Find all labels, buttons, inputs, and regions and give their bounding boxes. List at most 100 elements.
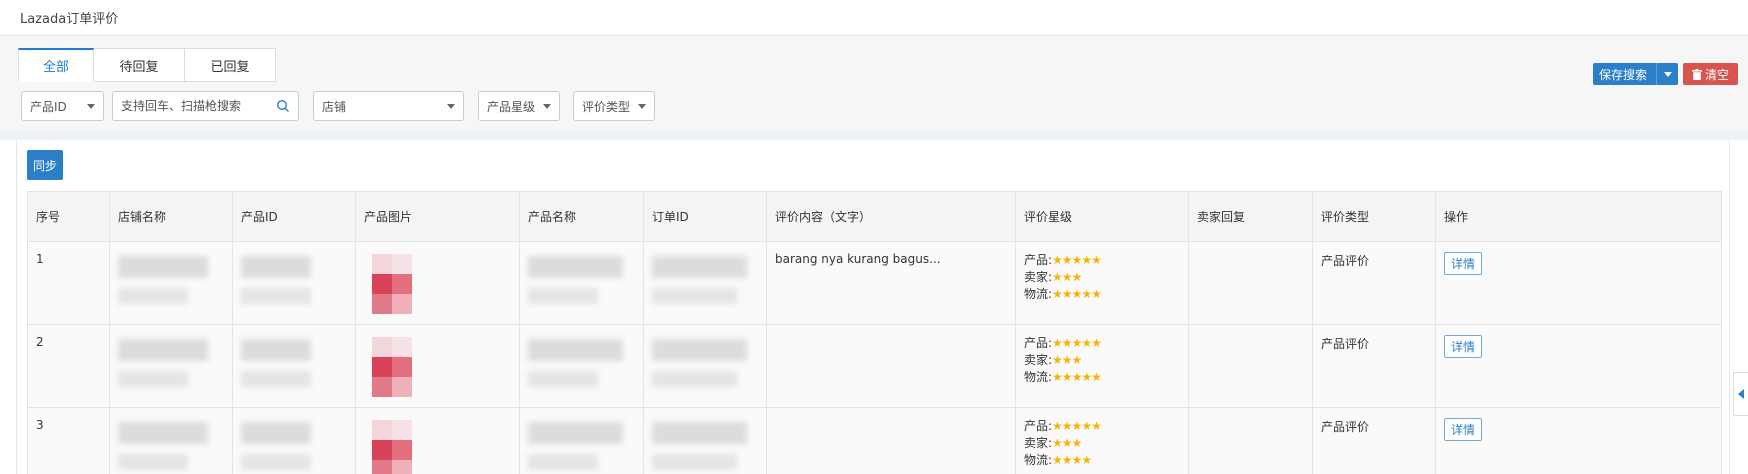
trash-icon [1691, 68, 1702, 80]
star-icon: ★★★★★ [1052, 253, 1102, 267]
cell-shop-name [109, 324, 233, 408]
cell-index: 2 [27, 324, 110, 408]
tab-all[interactable]: 全部 [18, 48, 94, 82]
rating-label-logistics: 物流: [1024, 453, 1053, 467]
cell-product-id [232, 324, 356, 408]
redacted-text [652, 256, 747, 278]
rating-label-product: 产品: [1024, 419, 1053, 433]
cell-seller-reply [1188, 324, 1313, 408]
cell-index: 3 [27, 407, 110, 474]
cell-product-id [232, 407, 356, 474]
cell-review-text [766, 324, 1016, 408]
rating-label-logistics: 物流: [1024, 287, 1053, 301]
cell-actions: 详情 [1435, 324, 1722, 408]
redacted-text [652, 454, 737, 470]
cell-review-text: barang nya kurang bagus... [766, 241, 1016, 325]
detail-button[interactable]: 详情 [1444, 418, 1483, 441]
product-id-select[interactable]: 产品ID [21, 91, 104, 121]
clear-button[interactable]: 清空 [1683, 63, 1738, 85]
column-header-index: 序号 [27, 191, 110, 242]
search-icon[interactable] [276, 99, 290, 113]
cell-order-id [643, 324, 767, 408]
side-panel-toggle[interactable] [1733, 372, 1748, 416]
tab-pending-reply[interactable]: 待回复 [94, 48, 185, 82]
redacted-text [652, 371, 737, 387]
chevron-down-icon [87, 103, 95, 109]
column-header-shop-name: 店铺名称 [109, 191, 233, 242]
rating-label-logistics: 物流: [1024, 370, 1053, 384]
redacted-text [118, 339, 208, 361]
redacted-text [241, 339, 311, 361]
product-thumbnail[interactable] [372, 337, 412, 397]
cell-rating: 产品:★★★★★ 卖家:★★★ 物流:★★★★★ [1015, 324, 1189, 408]
column-header-review-text: 评价内容（文字） [766, 191, 1016, 242]
cell-shop-name [109, 407, 233, 474]
redacted-text [241, 371, 311, 387]
redacted-text [118, 422, 208, 444]
sync-button[interactable]: 同步 [27, 150, 63, 180]
star-icon: ★★★★★ [1052, 370, 1102, 384]
save-search-dropdown[interactable] [1656, 63, 1678, 85]
product-rating-select[interactable]: 产品星级 [478, 91, 560, 121]
cell-seller-reply [1188, 407, 1313, 474]
redacted-text [241, 256, 311, 278]
search-box [112, 91, 299, 121]
chevron-left-icon [1738, 389, 1744, 399]
save-search-label: 保存搜索 [1599, 67, 1648, 82]
redacted-text [118, 288, 188, 304]
redacted-text [528, 422, 623, 444]
detail-button[interactable]: 详情 [1444, 252, 1483, 275]
page-title: Lazada订单评价 [20, 12, 119, 27]
redacted-text [118, 454, 188, 470]
star-icon: ★★★★ [1052, 453, 1092, 467]
column-header-product-image: 产品图片 [355, 191, 520, 242]
cell-shop-name [109, 241, 233, 325]
cell-actions: 详情 [1435, 241, 1722, 325]
detail-button[interactable]: 详情 [1444, 335, 1483, 358]
product-thumbnail[interactable] [372, 420, 412, 474]
cell-product-image [355, 407, 520, 474]
chevron-down-icon [1663, 71, 1672, 77]
star-icon: ★★★★★ [1052, 336, 1102, 350]
page-header: Lazada订单评价 [0, 0, 1748, 36]
cell-actions: 详情 [1435, 407, 1722, 474]
cell-product-image [355, 324, 520, 408]
product-thumbnail[interactable] [372, 254, 412, 314]
column-header-product-name: 产品名称 [519, 191, 644, 242]
cell-product-name [519, 324, 644, 408]
shop-select[interactable]: 店铺 [313, 91, 464, 121]
cell-product-name [519, 241, 644, 325]
save-search-button[interactable]: 保存搜索 [1593, 63, 1679, 85]
column-header-review-type: 评价类型 [1312, 191, 1436, 242]
chevron-down-icon [543, 103, 551, 109]
table-row: 2 产品:★★★★★ 卖家:★★★ 物流:★★★★★ 产品评价 详情 [27, 324, 1722, 408]
cell-review-type: 产品评价 [1312, 324, 1436, 408]
redacted-text [241, 422, 311, 444]
column-header-order-id: 订单ID [643, 191, 767, 242]
redacted-text [528, 339, 623, 361]
separator [0, 131, 1748, 140]
column-header-product-id: 产品ID [232, 191, 356, 242]
shop-select-label: 店铺 [322, 99, 347, 114]
rating-label-seller: 卖家: [1024, 270, 1053, 284]
search-input[interactable] [121, 99, 271, 113]
cell-rating: 产品:★★★★★ 卖家:★★★ 物流:★★★★★ [1015, 241, 1189, 325]
cell-review-type: 产品评价 [1312, 241, 1436, 325]
reviews-table: 序号 店铺名称 产品ID 产品图片 产品名称 订单ID 评价内容（文字） 评价星… [27, 191, 1722, 474]
chevron-down-icon [447, 103, 455, 109]
redacted-text [241, 454, 311, 470]
redacted-text [528, 288, 598, 304]
redacted-text [652, 422, 747, 444]
cell-product-id [232, 241, 356, 325]
tab-replied[interactable]: 已回复 [185, 48, 276, 82]
clear-label: 清空 [1704, 67, 1729, 82]
cell-index: 1 [27, 241, 110, 325]
redacted-text [652, 288, 737, 304]
star-icon: ★★★★★ [1052, 287, 1102, 301]
redacted-text [241, 288, 311, 304]
cell-order-id [643, 241, 767, 325]
review-type-select[interactable]: 评价类型 [573, 91, 655, 121]
redacted-text [528, 256, 623, 278]
star-icon: ★★★ [1052, 436, 1082, 450]
cell-order-id [643, 407, 767, 474]
